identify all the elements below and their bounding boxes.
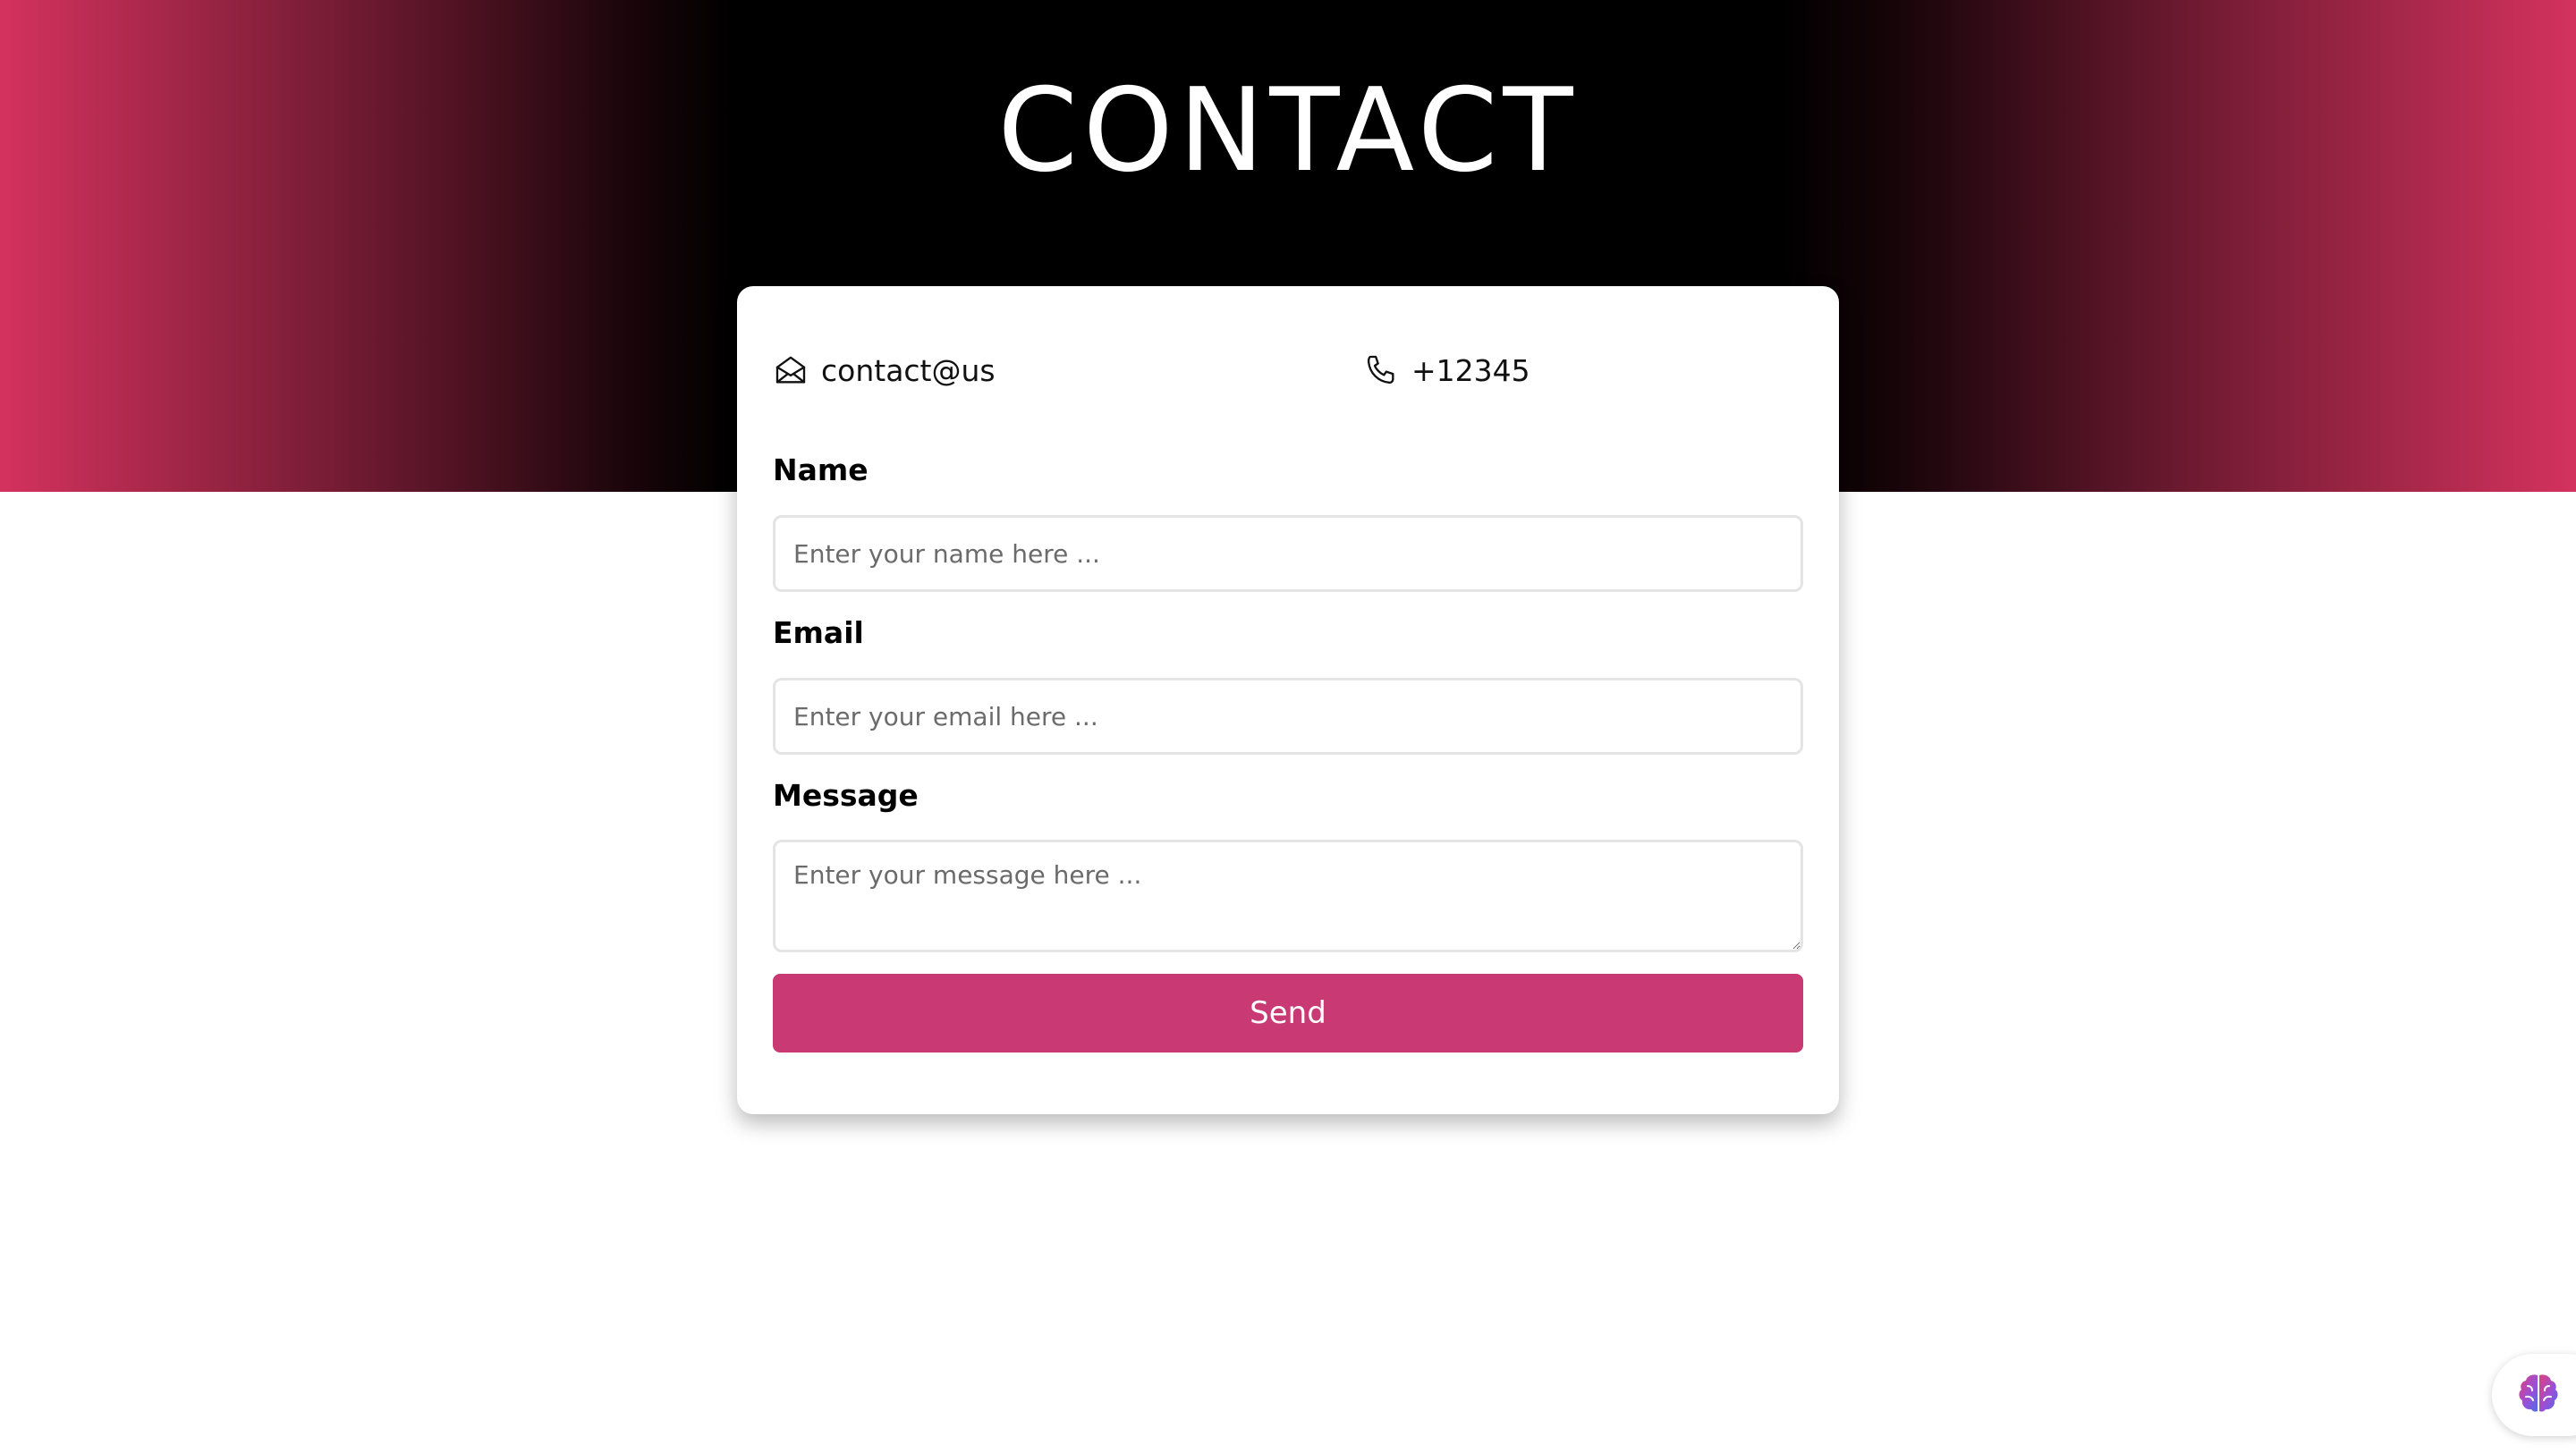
contact-card: contact@us +12345 Name Email Message Sen…	[737, 286, 1839, 1114]
phone-icon	[1363, 352, 1399, 388]
brain-icon	[2515, 1370, 2562, 1421]
contact-phone-text: +12345	[1411, 352, 1530, 388]
contact-page: CONTACT contact@us +12345 Name Enter you…	[0, 0, 2576, 1454]
name-input[interactable]	[773, 515, 1803, 592]
envelope-open-icon	[773, 352, 809, 388]
contact-email: contact@us	[773, 345, 996, 395]
message-label: Message	[773, 778, 919, 813]
contact-phone: +12345	[1363, 345, 1530, 395]
contact-email-text: contact@us	[821, 352, 996, 388]
send-button[interactable]: Send	[773, 974, 1803, 1052]
email-label: Email	[773, 615, 864, 650]
email-input[interactable]	[773, 678, 1803, 755]
page-title: CONTACT	[997, 64, 1579, 198]
message-textarea[interactable]	[773, 840, 1803, 952]
name-label: Name	[773, 452, 869, 487]
assistant-widget-button[interactable]	[2492, 1354, 2576, 1436]
